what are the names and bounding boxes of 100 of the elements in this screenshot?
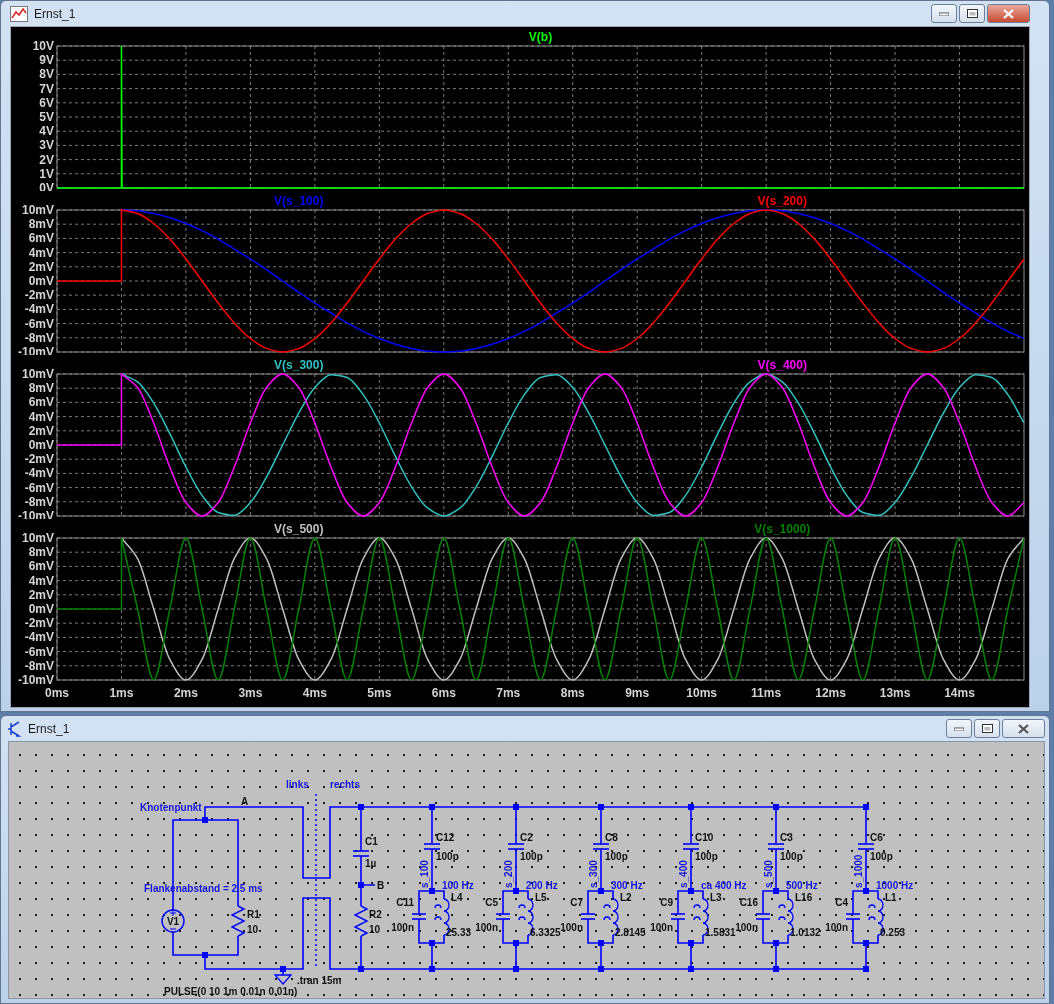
comment-text: 300 Hz — [611, 880, 643, 891]
component-value: 2.8145 — [615, 927, 646, 938]
comment-text: links — [286, 779, 309, 790]
axis-tick-label: 13ms — [879, 686, 911, 700]
component-value: 100n — [391, 922, 414, 933]
axis-tick-label: 7V — [39, 81, 54, 96]
axis-tick-label: -6mV — [24, 480, 54, 495]
axis-tick-label: 9V — [39, 53, 54, 68]
window-title: Ernst_1 — [34, 6, 77, 21]
axis-tick-label: -10mV — [17, 673, 54, 687]
component-value: 1.0132 — [790, 927, 821, 938]
axis-tick-label: 8V — [39, 67, 54, 82]
trace-label[interactable]: V(s_500) — [274, 522, 324, 536]
component-value: 100n — [475, 922, 498, 933]
component-label: L4 — [451, 892, 463, 903]
component-label: R2 — [369, 909, 382, 920]
axis-tick-label: -8mV — [24, 658, 54, 673]
axis-tick-label: 1ms — [109, 686, 134, 700]
component-value: 100n — [560, 922, 583, 933]
trace-label[interactable]: V(s_200) — [757, 194, 807, 208]
component-value: 100p — [436, 851, 459, 862]
axis-tick-label: 10mV — [21, 531, 54, 545]
axis-tick-label: 3V — [39, 138, 54, 153]
trace-label[interactable]: V(s_1000) — [754, 522, 811, 536]
net-label: s_1000 — [853, 854, 864, 888]
axis-tick-label: -2mV — [24, 616, 54, 631]
component-label: L3 — [710, 892, 722, 903]
component-label: C9 — [660, 897, 673, 908]
axis-tick-label: 9ms — [625, 686, 650, 700]
component-label: C8 — [605, 832, 618, 843]
axis-tick-label: 0ms — [45, 686, 69, 700]
axis-tick-label: 2V — [39, 152, 54, 167]
axis-tick-label: 4mV — [28, 245, 54, 260]
axis-tick-label: 4ms — [302, 686, 327, 700]
component-value: 10 — [247, 924, 259, 935]
axis-tick-label: 2mV — [28, 259, 54, 274]
component-value: 100p — [605, 851, 628, 862]
component-label: R1 — [247, 909, 260, 920]
component-value: 25.33 — [446, 927, 472, 938]
component-label: V1 — [166, 916, 180, 927]
axis-tick-label: -6mV — [24, 316, 54, 331]
axis-tick-label: 7ms — [496, 686, 521, 700]
axis-tick-label: 4V — [39, 124, 54, 139]
component-label: C11 — [396, 897, 414, 908]
component-label: C6 — [870, 832, 883, 843]
trace-label[interactable]: V(b) — [528, 30, 553, 44]
spice-directive: .tran 15m — [297, 975, 342, 986]
component-value: PULSE(0 10 1m 0.01n 0.01n) — [164, 986, 298, 997]
axis-tick-label: -4mV — [24, 466, 54, 481]
component-value: 100n — [825, 922, 848, 933]
component-label: C5 — [485, 897, 498, 908]
axis-tick-label: 0mV — [28, 602, 54, 616]
trace-label[interactable]: V(s_400) — [757, 358, 807, 372]
axis-tick-label: 0mV — [28, 274, 54, 288]
net-label: s_100 — [419, 860, 430, 888]
axis-tick-label: 10mV — [21, 203, 54, 217]
axis-tick-label: -8mV — [24, 494, 54, 509]
axis-tick-label: 12ms — [815, 686, 846, 700]
axis-tick-label: -4mV — [24, 630, 54, 645]
comment-text: 1000 Hz — [876, 880, 914, 891]
axis-tick-label: -6mV — [24, 644, 54, 659]
net-label: A — [241, 796, 249, 807]
axis-tick-label: 14ms — [944, 686, 975, 700]
net-label: s_300 — [588, 860, 599, 888]
component-value: 100p — [695, 851, 718, 862]
axis-tick-label: 6mV — [28, 559, 54, 574]
net-label: B — [377, 880, 385, 891]
axis-tick-label: 10mV — [21, 367, 54, 381]
component-label: C3 — [780, 832, 793, 843]
component-value: 0.253 — [880, 927, 906, 938]
net-label: s_500 — [763, 860, 774, 888]
component-value: 6.3325 — [530, 927, 561, 938]
axis-tick-label: 10V — [32, 39, 54, 53]
axis-tick-label: -4mV — [24, 302, 54, 317]
component-value: 1µ — [365, 858, 377, 869]
axis-tick-label: 2mV — [28, 423, 54, 438]
component-label: C4 — [835, 897, 848, 908]
window-title: Ernst_1 — [28, 721, 71, 736]
component-label: C7 — [570, 897, 583, 908]
axis-tick-label: 0mV — [28, 438, 54, 452]
component-value: 100n — [650, 922, 673, 933]
component-value: 10 — [369, 924, 381, 935]
axis-tick-label: 2ms — [173, 686, 198, 700]
axis-tick-label: 5ms — [367, 686, 392, 700]
trace-label[interactable]: V(s_300) — [274, 358, 324, 372]
axis-tick-label: 8mV — [28, 217, 54, 232]
axis-tick-label: 2mV — [28, 587, 54, 602]
component-label: C2 — [520, 832, 533, 843]
axis-tick-label: 8mV — [28, 381, 54, 396]
axis-tick-label: -8mV — [24, 330, 54, 345]
axis-tick-label: 1V — [39, 166, 54, 181]
component-value: 1.5831 — [705, 927, 736, 938]
component-value: 100n — [735, 922, 758, 933]
component-label: C16 — [739, 897, 758, 908]
component-value: 100p — [870, 851, 893, 862]
axis-tick-label: 10ms — [686, 686, 717, 700]
axis-tick-label: 8mV — [28, 545, 54, 560]
axis-tick-label: 11ms — [751, 686, 782, 700]
comment-text: 500 Hz — [786, 880, 818, 891]
axis-tick-label: 8ms — [560, 686, 585, 700]
